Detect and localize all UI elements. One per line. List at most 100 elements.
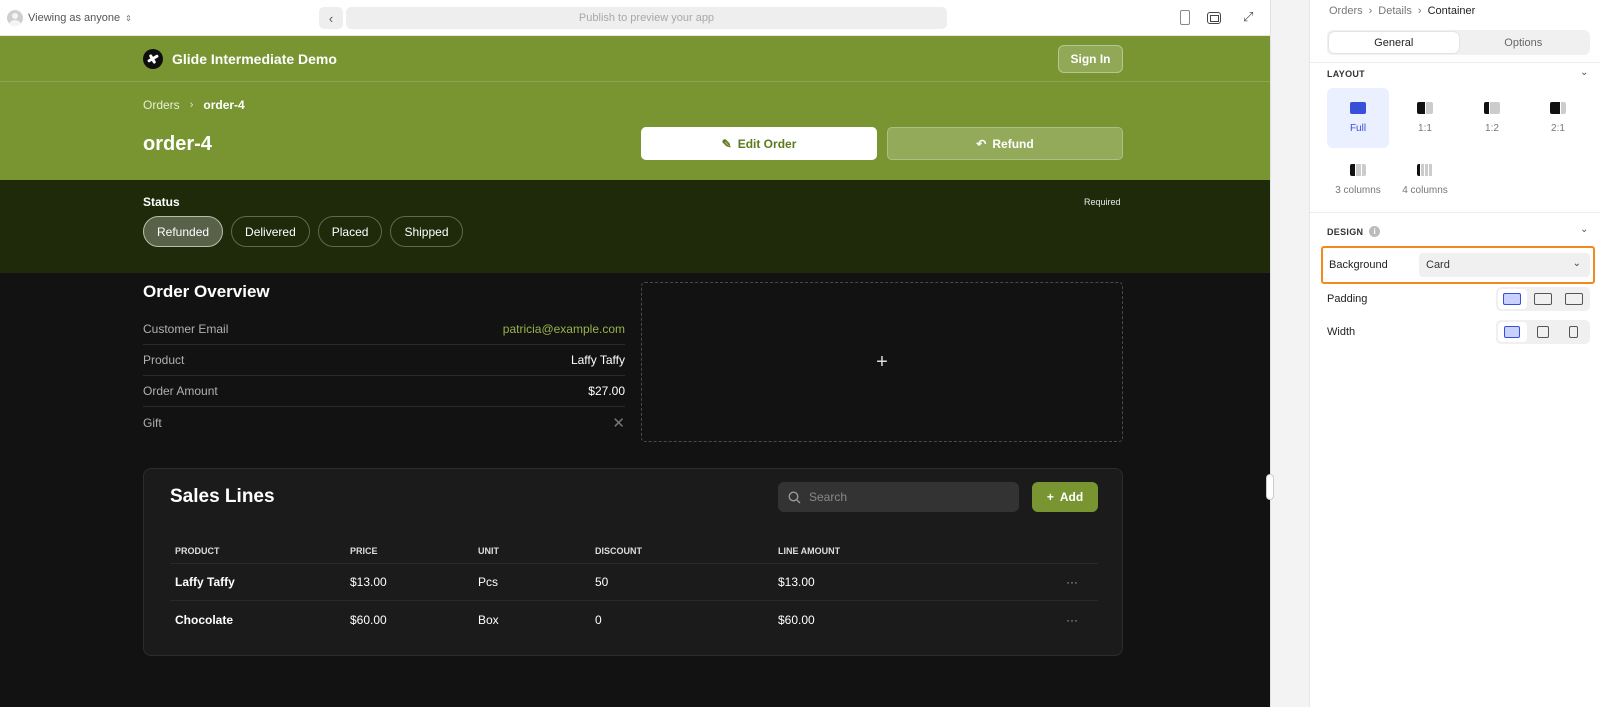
false-x-icon: ✕ — [612, 414, 625, 432]
sign-in-button[interactable]: Sign In — [1058, 45, 1123, 73]
width-label: Width — [1327, 326, 1356, 338]
status-section: Status Required Refunded Delivered Place… — [0, 180, 1270, 273]
background-select[interactable]: Card ⌄ — [1419, 253, 1590, 277]
more-options-icon[interactable]: ··· — [1066, 575, 1078, 589]
field-label: Gift — [143, 415, 162, 430]
required-label: Required — [1084, 197, 1121, 207]
panel-crumb-orders[interactable]: Orders — [1329, 5, 1363, 17]
layout-heading[interactable]: LAYOUT — [1327, 69, 1365, 79]
preview-toolbar: Viewing as anyone ⇕ ‹ Publish to preview… — [0, 0, 1270, 36]
search-icon — [788, 490, 801, 503]
refund-button[interactable]: ↶ Refund — [887, 127, 1123, 160]
add-label: Add — [1059, 490, 1084, 504]
cell-discount: 0 — [595, 612, 602, 627]
viewing-as-label: Viewing as anyone — [28, 12, 121, 24]
layout-full-icon — [1350, 102, 1366, 114]
width-medium-icon — [1537, 326, 1549, 338]
add-sales-line-button[interactable]: + Add — [1032, 482, 1098, 512]
breadcrumb-orders[interactable]: Orders — [143, 98, 180, 112]
field-value: $27.00 — [588, 384, 625, 398]
layout-half-icon — [1417, 102, 1433, 114]
status-chip-placed[interactable]: Placed — [317, 216, 383, 247]
table-row[interactable]: Chocolate $60.00 Box 0 $60.00 ··· — [170, 601, 1098, 638]
sales-lines-title: Sales Lines — [170, 486, 275, 507]
width-segmented-control — [1496, 320, 1590, 344]
chevron-down-icon[interactable]: ⌄ — [1580, 224, 1588, 235]
resize-handle[interactable] — [1266, 474, 1274, 500]
expand-icon[interactable]: ⤢ — [1243, 9, 1253, 25]
info-icon[interactable]: i — [1369, 226, 1381, 237]
width-medium-option[interactable] — [1529, 322, 1558, 342]
layout-two-one-icon — [1550, 102, 1566, 114]
tab-general[interactable]: General — [1329, 32, 1459, 53]
layout-option-4-columns[interactable]: 4 columns — [1394, 150, 1456, 210]
app-header: Glide Intermediate Demo Sign In — [0, 36, 1270, 82]
search-input[interactable]: Search — [778, 482, 1019, 512]
column-header: PRODUCT — [175, 546, 220, 556]
layout-option-label: 1:2 — [1485, 123, 1499, 134]
url-placeholder: Publish to preview your app — [578, 12, 715, 24]
layout-option-1-1[interactable]: 1:1 — [1394, 88, 1456, 148]
table-row[interactable]: Laffy Taffy $13.00 Pcs 50 $13.00 ··· — [170, 564, 1098, 601]
padding-medium-icon — [1534, 293, 1552, 305]
hero-section: Glide Intermediate Demo Sign In Orders ›… — [0, 36, 1270, 180]
field-label: Order Amount — [143, 384, 218, 398]
breadcrumb: Orders › order-4 — [143, 98, 245, 112]
column-header: LINE AMOUNT — [778, 546, 841, 556]
width-narrow-option[interactable] — [1559, 322, 1588, 342]
glide-logo-icon — [143, 49, 163, 69]
layout-option-label: 4 columns — [1402, 185, 1448, 196]
status-chip-refunded[interactable]: Refunded — [143, 216, 224, 247]
status-choices: Refunded Delivered Placed Shipped — [143, 216, 463, 247]
url-bar[interactable]: Publish to preview your app — [346, 7, 947, 29]
chevron-updown-icon: ⇕ — [125, 13, 132, 23]
viewing-as-selector[interactable]: Viewing as anyone ⇕ — [7, 10, 132, 26]
order-overview-fields: Customer Email patricia@example.com Prod… — [143, 314, 625, 438]
padding-small-icon — [1503, 293, 1522, 305]
add-component-placeholder[interactable]: + — [641, 282, 1123, 442]
field-label: Product — [143, 353, 185, 367]
plus-icon: + — [876, 350, 888, 373]
layout-option-label: 3 columns — [1335, 185, 1381, 196]
customer-email-link[interactable]: patricia@example.com — [503, 322, 625, 336]
chevron-left-icon: ‹ — [328, 10, 334, 26]
background-label: Background — [1329, 259, 1388, 271]
undo-arrow-icon: ↶ — [976, 136, 987, 151]
chevron-down-icon[interactable]: ⌄ — [1580, 67, 1588, 78]
tablet-preview-icon[interactable] — [1207, 12, 1221, 24]
field-row: Gift ✕ — [143, 407, 625, 438]
more-options-icon[interactable]: ··· — [1066, 613, 1078, 627]
table-header: PRODUCT PRICE UNIT DISCOUNT LINE AMOUNT — [170, 539, 1098, 564]
phone-preview-icon[interactable] — [1180, 10, 1190, 25]
status-chip-delivered[interactable]: Delivered — [231, 216, 310, 247]
width-full-icon — [1504, 326, 1521, 338]
layout-option-3-columns[interactable]: 3 columns — [1327, 150, 1389, 210]
cell-price: $60.00 — [350, 612, 387, 627]
status-chip-shipped[interactable]: Shipped — [390, 216, 463, 247]
brand[interactable]: Glide Intermediate Demo — [143, 49, 337, 69]
chevron-right-icon: › — [1368, 5, 1373, 17]
panel-crumb-container: Container — [1427, 5, 1476, 17]
app-preview: Glide Intermediate Demo Sign In Orders ›… — [0, 36, 1270, 707]
edit-order-button[interactable]: ✎ Edit Order — [641, 127, 877, 160]
layout-option-full[interactable]: Full — [1327, 88, 1389, 148]
edit-order-label: Edit Order — [737, 136, 797, 151]
tab-options[interactable]: Options — [1459, 32, 1589, 53]
layout-option-1-2[interactable]: 1:2 — [1461, 88, 1523, 148]
padding-large-option[interactable] — [1559, 289, 1588, 309]
design-heading[interactable]: DESIGN i — [1327, 226, 1381, 237]
field-label: Customer Email — [143, 322, 229, 336]
layout-option-label: 2:1 — [1551, 123, 1565, 134]
layout-option-2-1[interactable]: 2:1 — [1527, 88, 1589, 148]
panel-breadcrumb: Orders › Details › Container — [1329, 5, 1475, 17]
cell-product: Chocolate — [175, 612, 234, 627]
panel-crumb-details[interactable]: Details — [1378, 5, 1412, 17]
order-overview-title: Order Overview — [143, 282, 270, 301]
padding-small-option[interactable] — [1498, 289, 1527, 309]
back-button[interactable]: ‹ — [319, 7, 343, 29]
background-setting-row: Background Card ⌄ — [1321, 246, 1595, 284]
divider — [1310, 62, 1600, 63]
cell-line-amount: $60.00 — [778, 612, 815, 627]
padding-medium-option[interactable] — [1529, 289, 1558, 309]
width-full-option[interactable] — [1498, 322, 1527, 342]
